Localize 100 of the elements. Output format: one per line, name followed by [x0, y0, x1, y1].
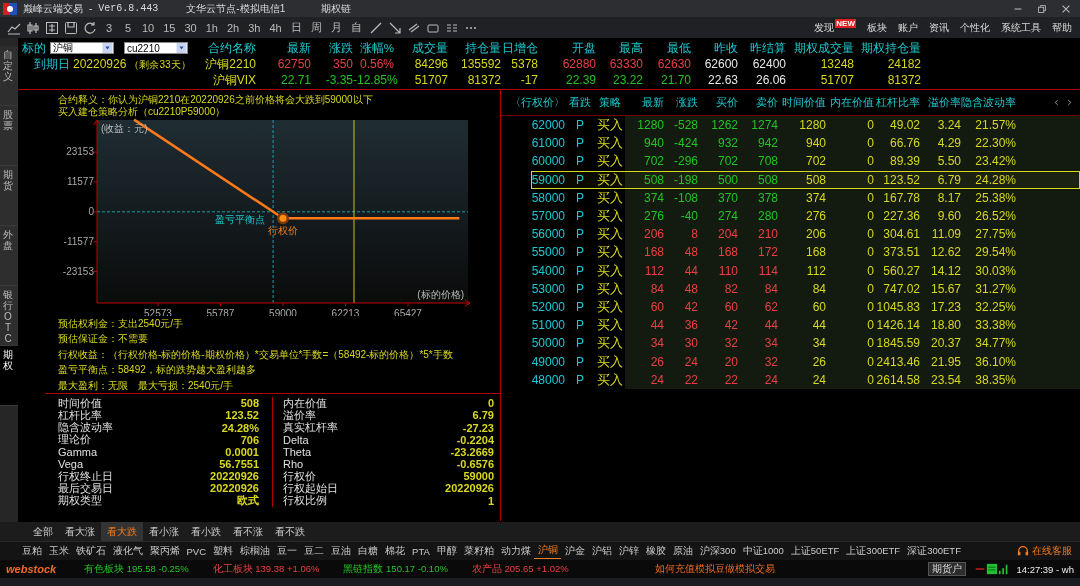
side-tab[interactable]: 银行OTC — [0, 286, 18, 346]
table-cell-text: 84 — [811, 281, 826, 296]
side-tab[interactable]: 自定义 — [0, 46, 18, 106]
commodity-tab[interactable]: 甲醇 — [433, 543, 461, 559]
option-row[interactable]: 62000 P 买入 1280 -528 1262 1274 1280 0 49.02 3.24 21.57% — [531, 116, 1080, 135]
commodity-tab[interactable]: 液化气 — [109, 543, 146, 559]
account-button[interactable]: 期货户 — [928, 562, 967, 576]
menu-item[interactable]: 发现 — [814, 20, 835, 35]
filter-tab[interactable]: 看大涨 — [59, 522, 101, 541]
side-tab[interactable]: 外盘 — [0, 226, 18, 286]
option-row[interactable]: 49000 P 买入 26 24 20 32 26 0 2413.46 21.95 36.10% — [531, 352, 1080, 371]
filter-tab[interactable]: 看不跌 — [269, 522, 311, 541]
commodity-tab[interactable]: 豆粕 — [18, 543, 45, 559]
option-row[interactable]: 60000 P 买入 702 -296 702 708 702 0 89.39 5.50 23.42% — [531, 152, 1080, 171]
commodity-tab[interactable]: 豆油 — [327, 543, 355, 559]
line-tool-icon[interactable] — [368, 20, 383, 35]
underlying-select[interactable]: 沪铜 — [50, 42, 114, 54]
period-button[interactable]: 4h — [267, 21, 284, 34]
commodity-tab[interactable]: 菜籽粕 — [460, 543, 498, 559]
dropdown-icon[interactable] — [102, 43, 113, 53]
option-row[interactable]: 53000 P 买入 84 48 82 84 84 0 747.02 15.67 31.27% — [531, 279, 1080, 298]
commodity-tab[interactable]: 沪深300 — [696, 543, 740, 559]
quote-cell-text: 63330 — [608, 57, 643, 71]
menu-item[interactable]: 帮助 — [1052, 20, 1072, 35]
filter-tab[interactable]: 看大跌 — [101, 522, 143, 541]
commodity-tab[interactable]: 沪铜 — [534, 543, 562, 559]
commodity-tab[interactable]: 塑料 — [209, 543, 237, 559]
headset-icon[interactable] — [1017, 545, 1029, 557]
chart-window-icon[interactable] — [45, 20, 59, 35]
promo-link[interactable]: 如何充值模拟豆做模拟交易 — [654, 562, 775, 576]
period-button[interactable]: 3 — [102, 21, 116, 34]
commodity-tab[interactable]: 白糖 — [354, 543, 382, 559]
menu-item[interactable]: 账户 — [898, 20, 918, 35]
commodity-tab[interactable]: 玉米 — [45, 543, 72, 559]
restore-icon[interactable] — [1036, 2, 1048, 15]
side-tab[interactable]: 股票 — [0, 106, 18, 166]
commodity-tab[interactable]: 深证300ETF — [903, 543, 965, 559]
commodity-tab[interactable]: 沪金 — [561, 543, 589, 559]
option-row[interactable]: 48000 P 买入 24 22 22 24 24 0 2614.58 23.54 38.35% — [531, 370, 1080, 389]
period-button[interactable]: 15 — [161, 21, 178, 34]
period-button[interactable]: 月 — [328, 20, 344, 35]
option-row[interactable]: 50000 P 买入 34 30 32 34 34 0 1845.59 20.37 34.77% — [531, 334, 1080, 353]
option-row[interactable]: 54000 P 买入 112 44 110 114 112 0 560.27 14.12 30.03% — [531, 261, 1080, 280]
table-cell-text: 168 — [716, 245, 738, 260]
commodity-tab[interactable]: 橡胶 — [642, 543, 670, 559]
menu-item[interactable]: 系统工具 — [1001, 20, 1041, 35]
period-button[interactable]: 日 — [288, 20, 304, 35]
period-button[interactable]: 30 — [182, 21, 199, 34]
stat-value: 59000 — [462, 470, 494, 483]
period-button[interactable]: 5 — [121, 21, 135, 34]
menu-item[interactable]: 资讯 — [929, 20, 949, 35]
period-button[interactable]: 10 — [140, 21, 157, 34]
filter-tab[interactable]: 看小跌 — [185, 522, 227, 541]
table-cell-text: 买入 — [596, 316, 624, 335]
option-row[interactable]: 58000 P 买入 374 -108 370 378 374 0 167.78 8.17 25.38% — [531, 188, 1080, 207]
commodity-tab[interactable]: 沪锌 — [615, 543, 643, 559]
commodity-tab[interactable]: 上证50ETF — [787, 543, 843, 559]
filter-tab[interactable]: 看不涨 — [227, 522, 269, 541]
strategy-note: 行权收益：（行权价格-标的价格-期权价格）*交易单位*手数=（58492-标的价格）*5*手数 — [58, 347, 454, 362]
arrow-tool-icon[interactable] — [387, 20, 402, 35]
commodity-tab[interactable]: 豆二 — [300, 543, 328, 559]
commodity-tab[interactable]: 沪铝 — [588, 543, 616, 559]
quote-cell-text: 62880 — [561, 57, 596, 71]
option-row[interactable]: 51000 P 买入 44 36 42 44 44 0 1426.14 18.80 33.38% — [531, 316, 1080, 335]
option-row[interactable]: 57000 P 买入 276 -40 274 280 276 0 227.36 9.60 26.52% — [531, 206, 1080, 226]
commodity-tab[interactable]: 棕榈油 — [236, 543, 274, 559]
option-row[interactable]: 55000 P 买入 168 48 168 172 168 0 373.51 12.62 29.54% — [531, 243, 1080, 262]
commodity-tab[interactable]: 动力煤 — [497, 543, 535, 559]
commodity-tab[interactable]: 棉花 — [381, 543, 409, 559]
chevron-right-icon[interactable] — [1065, 98, 1074, 107]
option-row[interactable]: 56000 P 买入 206 8 204 210 206 0 304.61 11.09 27.75% — [531, 225, 1080, 244]
commodity-tab[interactable]: 豆一 — [273, 543, 301, 559]
commodity-tab[interactable]: PTA — [408, 543, 434, 559]
filter-tab[interactable]: 看小涨 — [143, 522, 185, 541]
save-icon[interactable] — [64, 20, 78, 35]
menu-item[interactable]: 板块 — [867, 20, 887, 35]
side-tab[interactable]: 期货 — [0, 166, 18, 226]
period-button[interactable]: 1h — [203, 21, 220, 34]
commodity-tab[interactable]: PVC — [183, 543, 210, 559]
filter-tab[interactable]: 全部 — [27, 522, 59, 541]
period-button[interactable]: 2h — [225, 21, 242, 34]
contract-select[interactable]: cu2210 — [124, 42, 188, 54]
option-row[interactable]: 59000 P 买入 508 -198 500 508 508 0 123.52 6.79 24.28% — [531, 170, 1080, 189]
commodity-tab[interactable]: 上证300ETF — [842, 543, 904, 559]
period-button[interactable]: 自 — [348, 20, 364, 35]
chevron-left-icon[interactable] — [1052, 98, 1061, 107]
support-link[interactable]: 在线客服 — [1032, 544, 1072, 558]
menu-item[interactable]: 个性化 — [960, 20, 990, 35]
commodity-tab[interactable]: 中证1000 — [739, 543, 788, 559]
commodity-tab[interactable]: 原油 — [669, 543, 697, 559]
period-button[interactable]: 周 — [308, 20, 324, 35]
refresh-icon[interactable] — [83, 20, 97, 35]
option-row[interactable]: 52000 P 买入 60 42 60 62 60 0 1045.83 17.23 32.25% — [531, 297, 1080, 317]
commodity-tab[interactable]: 铁矿石 — [72, 543, 109, 559]
commodity-tab[interactable]: 聚丙烯 — [146, 543, 183, 559]
option-row[interactable]: 61000 P 买入 940 -424 932 942 940 0 66.76 4.29 22.30% — [531, 134, 1080, 153]
dropdown-icon[interactable] — [176, 43, 187, 53]
candlestick-icon[interactable] — [26, 20, 40, 35]
side-tab[interactable]: 期权 — [0, 346, 18, 406]
period-button[interactable]: 3h — [246, 21, 263, 34]
